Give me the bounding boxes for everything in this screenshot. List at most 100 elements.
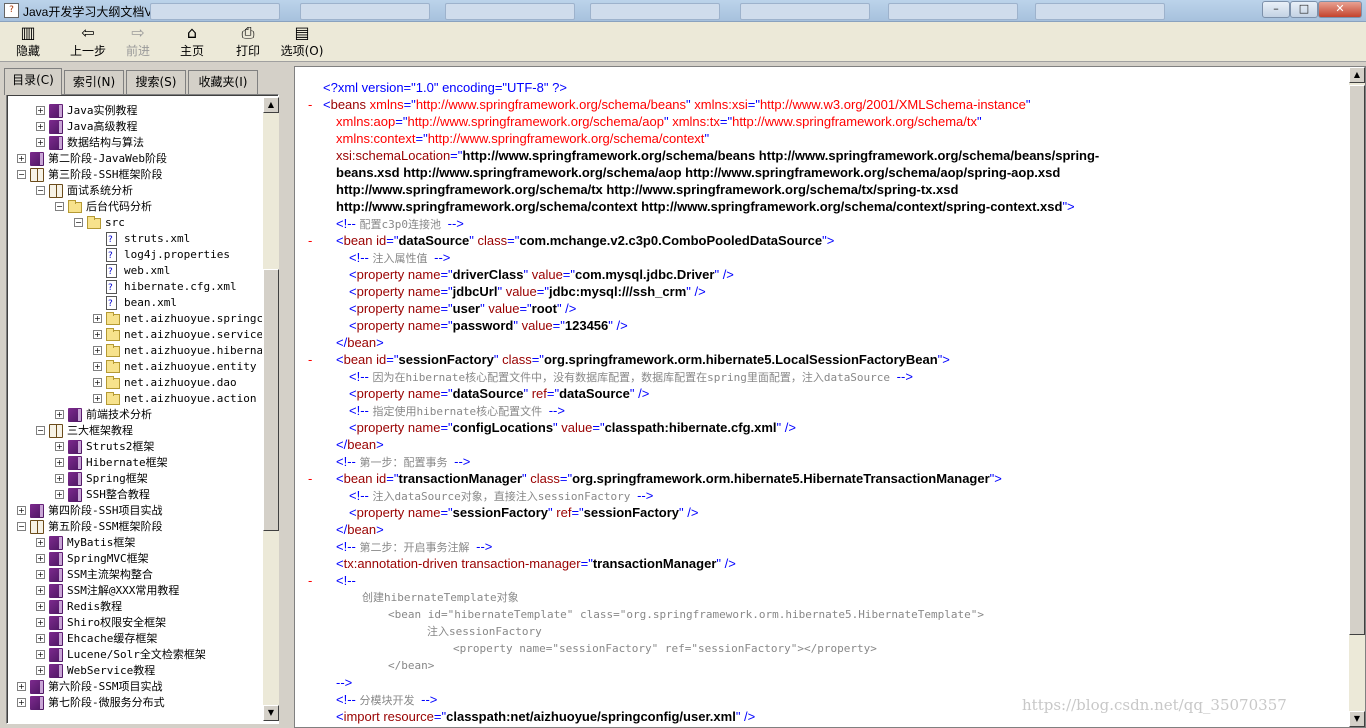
maximize-button[interactable]: □	[1290, 1, 1318, 18]
xml-token: dataSource	[559, 386, 630, 401]
xml-token: http://www.w3.org/2001/XMLSchema-instanc…	[759, 97, 1026, 112]
xml-token: id	[376, 471, 387, 486]
xml-token: <!--	[336, 216, 360, 231]
background-window-tab[interactable]	[150, 3, 280, 20]
xml-token: org.springframework.orm.hibernate5.Local…	[543, 352, 938, 367]
close-button[interactable]: ✕	[1318, 1, 1362, 18]
expand-icon[interactable]: +	[17, 154, 26, 163]
expand-icon[interactable]: +	[93, 394, 102, 403]
collapse-marker[interactable]: -	[308, 470, 312, 487]
expand-icon[interactable]: +	[36, 602, 45, 611]
pane-splitter[interactable]	[285, 66, 291, 728]
expand-icon[interactable]: +	[36, 586, 45, 595]
expand-icon[interactable]: +	[93, 330, 102, 339]
collapse-icon[interactable]: −	[74, 218, 83, 227]
home-button[interactable]: ⌂ 主页	[172, 23, 212, 61]
content-scroll-thumb[interactable]	[1349, 85, 1365, 635]
tree-item-label: 第五阶段-SSM框架阶段	[48, 520, 163, 533]
help-page-icon	[106, 296, 117, 312]
background-window-tab[interactable]	[1035, 3, 1165, 20]
scroll-thumb[interactable]	[263, 269, 279, 531]
expand-icon[interactable]: +	[36, 650, 45, 659]
scroll-up-button[interactable]: ▲	[263, 97, 279, 113]
collapse-marker[interactable]: -	[308, 572, 312, 589]
xml-token: name	[407, 318, 441, 333]
xml-token: <	[336, 233, 344, 248]
collapse-marker[interactable]: -	[308, 351, 312, 368]
expand-icon[interactable]: +	[36, 570, 45, 579]
collapse-icon[interactable]: −	[36, 186, 45, 195]
tab-index[interactable]: 索引(N)	[64, 70, 124, 94]
expand-icon[interactable]: +	[36, 106, 45, 115]
background-window-tab[interactable]	[300, 3, 430, 20]
collapse-marker[interactable]: -	[308, 96, 312, 113]
xml-token: " />	[714, 267, 734, 282]
tab-search[interactable]: 搜索(S)	[126, 70, 186, 94]
expand-icon[interactable]: +	[17, 506, 26, 515]
background-window-tab[interactable]	[445, 3, 575, 20]
xml-token: -->	[447, 216, 464, 231]
contents-tree[interactable]: + Java实例教程 + Java高级教程 + 数据结构与算法 + 第二阶段-JavaWeb阶…	[9, 97, 262, 721]
xml-line: xmlns:aop="http://www.springframework.or…	[336, 113, 982, 130]
expand-icon[interactable]: +	[55, 474, 64, 483]
options-button[interactable]: ▤ 选项(O)	[276, 23, 328, 61]
xml-token: "	[1025, 97, 1031, 112]
toolbar: ▥ 隐藏 ⇦ 上一步 ⇨ 前进 ⌂ 主页 ⎙ 打印 ▤ 选项(O)	[0, 22, 1366, 62]
expand-icon[interactable]: +	[36, 554, 45, 563]
expand-icon[interactable]: +	[36, 538, 45, 547]
toolbar-button-label: 上一步	[69, 44, 106, 58]
scroll-down-button[interactable]: ▼	[263, 705, 279, 721]
xml-token: <!--	[349, 369, 373, 384]
xml-token: ">	[1062, 199, 1075, 214]
background-window-tab[interactable]	[740, 3, 870, 20]
book-icon	[49, 616, 63, 630]
tab-favorites[interactable]: 收藏夹(I)	[188, 70, 258, 94]
xml-token: jdbc:mysql:///ssh_crm	[548, 284, 687, 299]
content-scroll-down-button[interactable]: ▼	[1349, 711, 1365, 727]
collapse-icon[interactable]: −	[17, 170, 26, 179]
tree-item-label: hibernate.cfg.xml	[124, 280, 237, 293]
back-button[interactable]: ⇦ 上一步	[60, 23, 116, 61]
forward-button[interactable]: ⇨ 前进	[118, 23, 158, 61]
xml-token: transactionManager	[398, 471, 523, 486]
expand-icon[interactable]: +	[55, 410, 64, 419]
xml-token: dataSource	[398, 233, 470, 248]
xml-token: name	[407, 301, 441, 316]
collapse-icon[interactable]: −	[17, 522, 26, 531]
collapse-icon[interactable]: −	[36, 426, 45, 435]
xml-token: <!--	[336, 692, 360, 707]
expand-icon[interactable]: +	[93, 346, 102, 355]
minimize-button[interactable]: –	[1262, 1, 1290, 18]
expand-icon[interactable]: +	[36, 666, 45, 675]
xml-token: ="	[719, 114, 733, 129]
content-scroll-up-button[interactable]: ▲	[1349, 67, 1365, 83]
print-button[interactable]: ⎙ 打印	[228, 23, 268, 61]
tree-item-label: 第二阶段-JavaWeb阶段	[48, 152, 167, 165]
xml-line: beans.xsd http://www.springframework.org…	[336, 164, 1060, 181]
expand-icon[interactable]: +	[55, 490, 64, 499]
xml-token: ="	[552, 318, 565, 333]
collapse-marker[interactable]: -	[308, 232, 312, 249]
expand-icon[interactable]: +	[17, 698, 26, 707]
expand-icon[interactable]: +	[36, 634, 45, 643]
tree-scrollbar[interactable]: ▲ ▼	[263, 97, 279, 721]
xml-line: <!-- 注入属性值 -->	[349, 249, 450, 266]
content-scrollbar[interactable]: ▲ ▼	[1349, 67, 1365, 727]
expand-icon[interactable]: +	[55, 442, 64, 451]
background-window-tab[interactable]	[590, 3, 720, 20]
expand-icon[interactable]: +	[93, 362, 102, 371]
collapse-icon[interactable]: −	[55, 202, 64, 211]
expand-icon[interactable]: +	[36, 138, 45, 147]
expand-icon[interactable]: +	[93, 314, 102, 323]
expand-icon[interactable]: +	[36, 618, 45, 627]
background-window-tab[interactable]	[888, 3, 1018, 20]
hide-button[interactable]: ▥ 隐藏	[8, 23, 48, 61]
xml-token: 123456	[564, 318, 609, 333]
expand-icon[interactable]: +	[17, 682, 26, 691]
expand-icon[interactable]: +	[55, 458, 64, 467]
contents-panel: + Java实例教程 + Java高级教程 + 数据结构与算法 + 第二阶段-JavaWeb阶…	[6, 94, 279, 724]
tab-contents[interactable]: 目录(C)	[4, 68, 62, 95]
expand-icon[interactable]: +	[93, 378, 102, 387]
title-bar[interactable]: ? Java开发学习大纲文档V6.0 – □ ✕	[0, 0, 1366, 22]
expand-icon[interactable]: +	[36, 122, 45, 131]
